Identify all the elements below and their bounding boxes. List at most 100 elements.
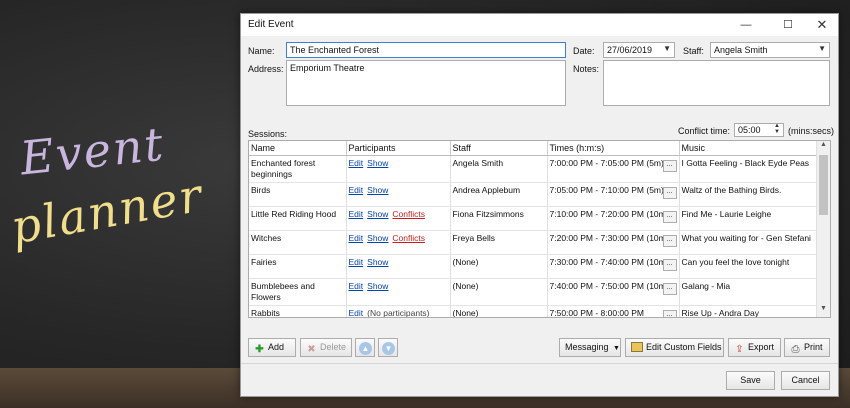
move-down-button[interactable]: ▼ xyxy=(378,338,398,357)
title-bar[interactable]: Edit Event — ☐ ✕ xyxy=(241,14,838,36)
staff-select[interactable]: Angela Smith ▼ xyxy=(710,42,830,58)
plus-icon: ✚ xyxy=(255,344,264,355)
participants-cell: Edit Show xyxy=(346,182,451,207)
edit-participants-link[interactable]: Edit xyxy=(349,185,364,195)
column-header-times[interactable]: Times (h:m:s) xyxy=(547,141,680,156)
session-time: 7:30:00 PM - 7:40:00 PM (10m) xyxy=(549,256,669,267)
session-music: Waltz of the Bathing Birds. xyxy=(679,182,817,207)
no-participants-text: (No participants) xyxy=(367,307,430,318)
edit-participants-link[interactable]: Edit xyxy=(349,281,364,291)
conflict-time-spinner[interactable]: 05:00 ▲ ▼ xyxy=(734,123,784,137)
notes-input[interactable] xyxy=(603,60,830,106)
name-input[interactable]: The Enchanted Forest xyxy=(286,42,566,58)
show-participants-link[interactable]: Show xyxy=(367,257,388,267)
time-edit-button[interactable]: ... xyxy=(662,309,677,317)
time-edit-button[interactable]: ... xyxy=(662,258,677,271)
time-edit-button[interactable]: ... xyxy=(662,186,677,199)
table-row[interactable]: Witches Edit Show Conflicts Freya Bells 7:… xyxy=(249,230,817,255)
export-label: Export xyxy=(748,342,775,352)
session-staff: (None) xyxy=(450,254,548,279)
edit-participants-link[interactable]: Edit xyxy=(349,233,364,243)
scroll-up-icon[interactable]: ▲ xyxy=(817,141,830,153)
close-button[interactable]: ✕ xyxy=(805,14,839,36)
export-button[interactable]: ⇪ Export xyxy=(728,338,781,357)
participants-cell: Edit (No participants) xyxy=(346,305,451,318)
conflicts-link[interactable]: Conflicts xyxy=(392,233,425,243)
messaging-label: Messaging xyxy=(565,342,609,352)
maximize-button[interactable]: ☐ xyxy=(771,14,805,36)
staff-label: Staff: xyxy=(683,46,704,56)
column-header-name[interactable]: Name xyxy=(249,141,347,156)
session-staff: (None) xyxy=(450,305,548,317)
minimize-button[interactable]: — xyxy=(729,14,763,36)
delete-x-icon: ✖ xyxy=(307,344,316,355)
column-header-participants[interactable]: Participants xyxy=(346,141,451,156)
notes-label: Notes: xyxy=(573,64,600,74)
show-participants-link[interactable]: Show xyxy=(367,281,388,291)
scroll-down-icon[interactable]: ▼ xyxy=(817,305,830,317)
cancel-button[interactable]: Cancel xyxy=(781,371,830,390)
add-button[interactable]: ✚ Add xyxy=(248,338,296,357)
scrollbar-thumb[interactable] xyxy=(819,155,828,215)
time-cell: 7:50:00 PM - 8:00:00 PM... xyxy=(547,305,680,318)
edit-participants-link[interactable]: Edit xyxy=(349,209,364,219)
grid-vertical-scrollbar[interactable]: ▲ ▼ xyxy=(816,141,830,317)
edit-participants-link[interactable]: Edit xyxy=(349,257,364,267)
export-icon: ⇪ xyxy=(735,344,744,355)
session-music: Find Me - Laurie Leighe xyxy=(679,206,817,231)
session-name: Rabbits xyxy=(249,305,347,317)
session-time: 7:40:00 PM - 7:50:00 PM (10m) xyxy=(549,280,669,291)
session-staff: Angela Smith xyxy=(450,155,548,183)
column-header-staff[interactable]: Staff xyxy=(450,141,548,156)
edit-participants-link[interactable]: Edit xyxy=(349,158,364,168)
address-input[interactable]: Emporium Theatre xyxy=(286,60,566,106)
show-participants-link[interactable]: Show xyxy=(367,233,388,243)
window-title: Edit Event xyxy=(248,19,294,30)
participants-cell: Edit Show xyxy=(346,278,451,306)
edit-custom-fields-button[interactable]: Edit Custom Fields xyxy=(625,338,724,357)
print-button[interactable]: ⎙ Print xyxy=(784,338,830,357)
time-edit-button[interactable]: ... xyxy=(662,282,677,295)
session-staff: (None) xyxy=(450,278,548,306)
time-edit-button[interactable]: ... xyxy=(662,159,677,172)
conflict-time-label: Conflict time: xyxy=(678,126,731,136)
delete-label: Delete xyxy=(320,342,347,352)
staff-value: Angela Smith xyxy=(714,45,768,55)
session-staff: Freya Bells xyxy=(450,230,548,255)
session-music: Rise Up - Andra Day xyxy=(679,305,817,317)
title-word-event: Event xyxy=(17,116,168,186)
session-music: Galang - Mia xyxy=(679,278,817,306)
table-row[interactable]: Rabbits Edit (No participants) (None) 7:5… xyxy=(249,305,817,318)
column-header-music[interactable]: Music xyxy=(679,141,817,156)
date-label: Date: xyxy=(573,46,595,56)
show-participants-link[interactable]: Show xyxy=(367,185,388,195)
save-button[interactable]: Save xyxy=(726,371,775,390)
move-up-button[interactable]: ▲ xyxy=(355,338,375,357)
chevron-down-icon: ▼ xyxy=(613,345,620,352)
table-row[interactable]: Birds Edit Show Andrea Applebum 7:05:00 P… xyxy=(249,182,817,207)
session-time: 7:50:00 PM - 8:00:00 PM xyxy=(549,307,645,318)
table-row[interactable]: Bumblebees and Flowers Edit Show (None) 7… xyxy=(249,278,817,306)
time-cell: 7:30:00 PM - 7:40:00 PM (10m)... xyxy=(547,254,680,279)
arrow-up-icon: ▲ xyxy=(359,342,372,355)
edit-participants-link[interactable]: Edit xyxy=(349,308,364,318)
table-row[interactable]: Little Red Riding Hood Edit Show Conflicts… xyxy=(249,206,817,231)
time-cell: 7:40:00 PM - 7:50:00 PM (10m)... xyxy=(547,278,680,306)
spinner-arrows-icon[interactable]: ▲ ▼ xyxy=(774,124,780,135)
time-edit-button[interactable]: ... xyxy=(662,234,677,247)
date-picker[interactable]: 27/06/2019 ▼ xyxy=(603,42,675,58)
messaging-dropdown-button[interactable]: Messaging ▼ xyxy=(559,338,621,357)
delete-button[interactable]: ✖ Delete xyxy=(300,338,352,357)
address-label: Address: xyxy=(248,64,284,74)
show-participants-link[interactable]: Show xyxy=(367,158,388,168)
custom-fields-icon xyxy=(631,342,643,352)
table-row[interactable]: Enchanted forest beginnings Edit Show Ang… xyxy=(249,155,817,183)
session-time: 7:10:00 PM - 7:20:00 PM (10m) xyxy=(549,208,669,219)
table-row[interactable]: Fairies Edit Show (None) 7:30:00 PM - 7:4… xyxy=(249,254,817,279)
conflicts-link[interactable]: Conflicts xyxy=(392,209,425,219)
participants-cell: Edit Show Conflicts xyxy=(346,206,451,231)
show-participants-link[interactable]: Show xyxy=(367,209,388,219)
time-edit-button[interactable]: ... xyxy=(662,210,677,223)
participants-cell: Edit Show xyxy=(346,155,451,183)
session-staff: Andrea Applebum xyxy=(450,182,548,207)
